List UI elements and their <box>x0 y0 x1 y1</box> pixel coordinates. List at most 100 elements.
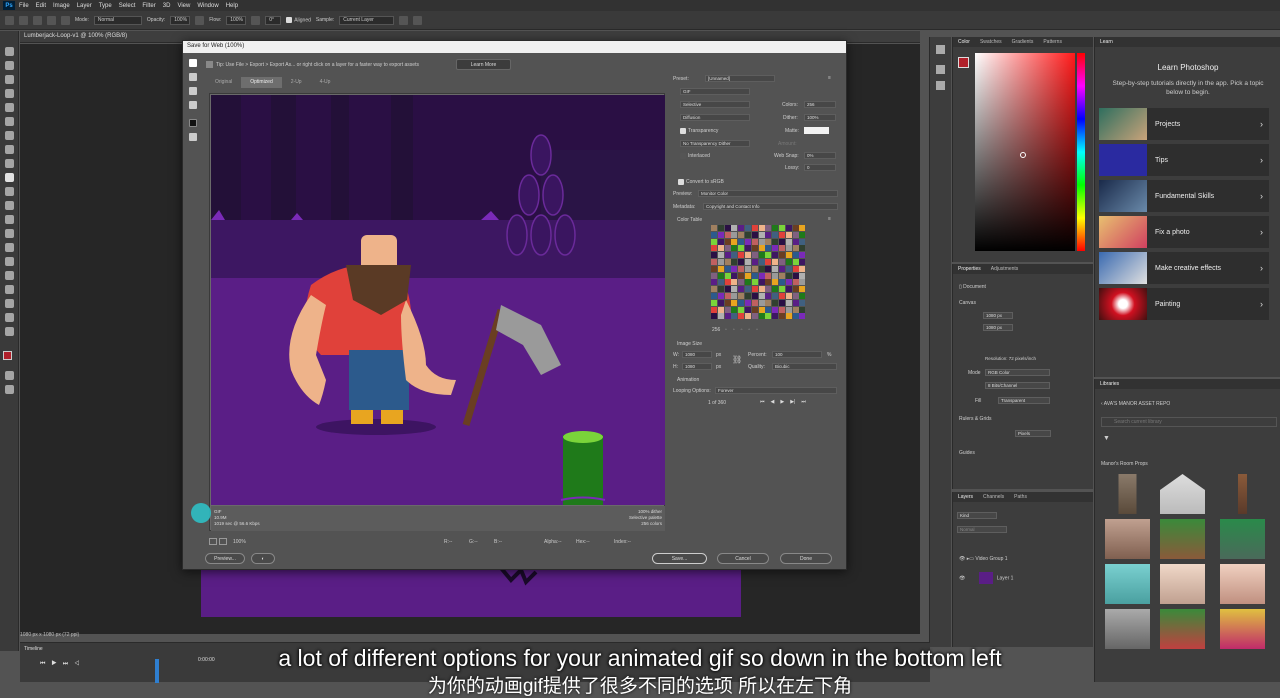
color-swatch-cell[interactable] <box>785 299 792 306</box>
color-table-grid[interactable] <box>711 225 807 325</box>
color-swatch-cell[interactable] <box>758 245 765 252</box>
sample-select[interactable]: Current Layer <box>339 15 395 25</box>
color-swatch-cell[interactable] <box>738 225 745 231</box>
color-swatch-cell[interactable] <box>711 252 717 259</box>
color-swatch-cell[interactable] <box>731 293 738 299</box>
type-tool-icon[interactable] <box>5 271 14 280</box>
eyedropper-color-swatch[interactable] <box>189 119 197 127</box>
color-swatch-cell[interactable] <box>731 231 738 238</box>
lock-color-icon[interactable]: ▫ <box>741 327 743 333</box>
color-swatch-cell[interactable] <box>785 238 792 245</box>
color-swatch-cell[interactable] <box>785 265 792 272</box>
canvas-height-field[interactable]: 1080 px <box>983 324 1013 331</box>
color-swatch-cell[interactable] <box>745 259 751 265</box>
brush-preset-icon[interactable] <box>33 15 42 25</box>
color-swatch-cell[interactable] <box>711 238 717 245</box>
color-swatch-cell[interactable] <box>738 259 745 265</box>
color-swatch-cell[interactable] <box>711 279 717 286</box>
quality-select[interactable]: Bicubic <box>772 363 837 370</box>
color-swatch-cell[interactable] <box>772 252 779 259</box>
zoom-out-icon[interactable] <box>209 538 217 545</box>
color-swatch-cell[interactable] <box>758 259 765 265</box>
menu-edit[interactable]: Edit <box>36 3 46 9</box>
color-swatch-cell[interactable] <box>765 313 772 320</box>
learn-item-fix-photo[interactable]: Fix a photo › <box>1099 216 1269 248</box>
color-swatch-cell[interactable] <box>751 279 758 286</box>
cancel-button[interactable]: Cancel <box>717 553 769 564</box>
brush-settings-icon[interactable] <box>47 15 56 25</box>
tab-2-up[interactable]: 2-Up <box>282 77 311 88</box>
color-swatch-cell[interactable] <box>785 225 792 231</box>
color-swatch-cell[interactable] <box>745 252 751 259</box>
library-asset-food[interactable] <box>1160 609 1205 649</box>
brush-tool-icon[interactable] <box>5 159 14 168</box>
color-swatch-cell[interactable] <box>731 245 738 252</box>
flow-field[interactable]: 100% <box>226 15 247 25</box>
menu-image[interactable]: Image <box>53 3 70 9</box>
color-swatch-cell[interactable] <box>792 238 799 245</box>
color-swatch-cell[interactable] <box>738 265 745 272</box>
filter-icon[interactable]: ▼ <box>1103 435 1110 442</box>
color-swatch-cell[interactable] <box>745 245 751 252</box>
library-asset-planter[interactable] <box>1160 519 1205 559</box>
color-swatch-cell[interactable] <box>738 313 745 320</box>
color-swatch-cell[interactable] <box>772 265 779 272</box>
color-swatch-cell[interactable] <box>799 265 806 272</box>
color-swatch-cell[interactable] <box>711 286 717 293</box>
color-swatch-cell[interactable] <box>785 279 792 286</box>
color-swatch-cell[interactable] <box>751 299 758 306</box>
color-swatch-cell[interactable] <box>751 245 758 252</box>
color-swatch-cell[interactable] <box>799 286 806 293</box>
library-asset-mirror[interactable] <box>1118 474 1137 514</box>
colors-field[interactable]: 256 <box>804 101 836 108</box>
learn-item-fundamental[interactable]: Fundamental Skills › <box>1099 180 1269 212</box>
slice-select-icon[interactable] <box>189 73 197 81</box>
color-swatch-cell[interactable] <box>751 225 758 231</box>
color-swatch-cell[interactable] <box>711 259 717 265</box>
color-swatch-cell[interactable] <box>785 259 792 265</box>
menu-filter[interactable]: Filter <box>142 3 155 9</box>
color-swatch-cell[interactable] <box>745 293 751 299</box>
color-swatch-cell[interactable] <box>779 252 785 259</box>
color-swatch-cell[interactable] <box>765 272 772 279</box>
tab-swatches[interactable]: Swatches <box>975 39 1007 45</box>
color-swatch-cell[interactable] <box>799 272 806 279</box>
color-swatch-cell[interactable] <box>717 279 724 286</box>
color-swatch-cell[interactable] <box>711 313 717 320</box>
menu-type[interactable]: Type <box>99 3 112 9</box>
color-swatch-cell[interactable] <box>792 299 799 306</box>
color-swatch-cell[interactable] <box>765 306 772 313</box>
color-swatch-cell[interactable] <box>758 293 765 299</box>
color-swatch-cell[interactable] <box>738 231 745 238</box>
color-swatch-cell[interactable] <box>758 265 765 272</box>
color-swatch-cell[interactable] <box>751 293 758 299</box>
color-swatch-cell[interactable] <box>724 299 731 306</box>
layer-row-group[interactable]: 👁 ▸▭ Video Group 1 <box>959 556 1008 562</box>
healing-tool-icon[interactable] <box>5 145 14 154</box>
color-swatch-cell[interactable] <box>772 279 779 286</box>
color-swatch-cell[interactable] <box>745 299 751 306</box>
interlaced-checkbox[interactable]: Interlaced <box>680 153 710 159</box>
tab-libraries[interactable]: Libraries <box>1095 381 1124 387</box>
learn-item-creative[interactable]: Make creative effects › <box>1099 252 1269 284</box>
color-swatch-cell[interactable] <box>772 245 779 252</box>
move-tool-icon[interactable] <box>5 47 14 56</box>
color-swatch-cell[interactable] <box>765 286 772 293</box>
color-swatch-cell[interactable] <box>738 306 745 313</box>
color-swatch-cell[interactable] <box>785 286 792 293</box>
path-select-tool-icon[interactable] <box>5 285 14 294</box>
color-swatch-cell[interactable] <box>799 231 806 238</box>
color-swatch-cell[interactable] <box>785 306 792 313</box>
color-swatch-cell[interactable] <box>765 231 772 238</box>
ignore-adjustment-icon[interactable] <box>399 15 409 25</box>
color-swatch-cell[interactable] <box>772 313 779 320</box>
aligned-checkbox[interactable]: Aligned <box>286 16 311 23</box>
brush-settings-panel-icon[interactable] <box>936 65 945 74</box>
color-swatch-cell[interactable] <box>745 238 751 245</box>
color-swatch-cell[interactable] <box>758 286 765 293</box>
color-swatch-cell[interactable] <box>724 293 731 299</box>
zoom-tool-icon[interactable] <box>5 327 14 336</box>
color-swatch-cell[interactable] <box>745 265 751 272</box>
last-frame-icon[interactable]: ⏭ <box>801 399 806 405</box>
eyedropper-tool-icon[interactable] <box>5 131 14 140</box>
